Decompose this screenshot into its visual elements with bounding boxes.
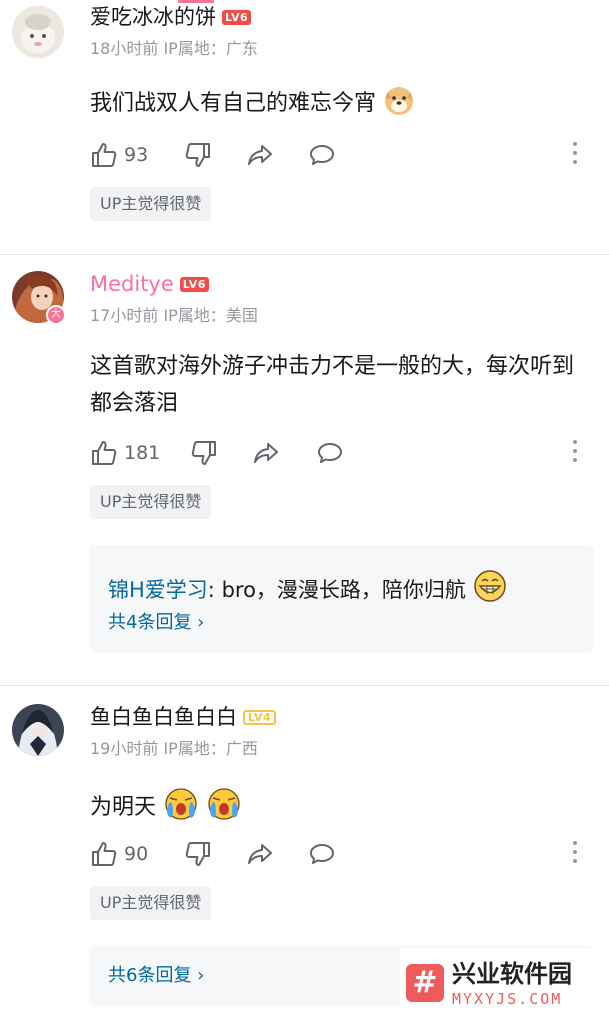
comment-content: 这首歌对海外游子冲击力不是一般的大，每次听到都会落泪 [90,354,575,416]
more-options-icon[interactable] [572,440,578,466]
view-replies-link[interactable]: 共6条回复 › [108,964,204,988]
reply-button[interactable] [316,438,344,468]
dislike-button[interactable] [190,438,218,468]
comment-meta: 18小时前 IP属地：广东 [90,39,258,58]
comment-text: 我们战双人有自己的难忘今宵 [90,91,377,116]
like-button[interactable]: 90 [90,839,148,869]
comment-meta: 19小时前 IP属地：广西 [90,739,258,758]
comment-actions: 93 [90,140,600,170]
thumbs-up-icon [92,441,117,465]
share-button[interactable] [246,839,274,869]
thumbs-down-icon [185,143,210,167]
more-options-icon[interactable] [572,142,578,168]
avatar-image [12,704,64,756]
avatar-badge: 大 [46,305,66,325]
thumbs-up-icon [92,143,117,167]
like-button[interactable]: 181 [90,438,160,468]
level-badge: LV6 [222,10,252,25]
doge-emoji-icon [383,84,415,128]
comment-content: 为明天 [90,786,590,832]
avatar[interactable] [12,704,64,756]
username-text[interactable]: Meditye [90,272,174,296]
like-count: 90 [124,843,149,865]
up-liked-tag: UP主觉得很赞 [90,187,212,221]
watermark-title: 兴业软件园 [452,960,572,988]
share-icon [248,145,272,165]
reply-preview[interactable]: 锦H爱学习: bro，漫漫长路，陪你归航 [108,569,507,611]
share-button[interactable] [252,438,280,468]
comment-item: 爱吃冰冰的饼 LV6 18小时前 IP属地：广东 我们战双人有自己的难忘今宵 93 [0,0,609,255]
avatar-badge-text: 大 [51,309,61,320]
reply-preview-box[interactable]: 锦H爱学习: bro，漫漫长路，陪你归航 共4条回复 › [90,545,594,653]
username[interactable]: 爱吃冰冰的饼 LV6 [90,4,252,30]
share-icon [254,443,278,463]
level-badge: LV4 [243,710,277,725]
username[interactable]: 鱼白鱼白鱼白白 LV4 [90,704,277,730]
dislike-button[interactable] [184,839,212,869]
comment-bubble-icon [310,844,334,864]
thumbs-down-icon [191,441,216,465]
like-button[interactable]: 93 [90,140,148,170]
avatar-image [12,6,64,58]
comment-content: 我们战双人有自己的难忘今宵 [90,84,590,128]
share-icon [248,844,272,864]
username[interactable]: Meditye LV6 [90,271,209,297]
reply-username[interactable]: 锦H爱学习 [108,578,208,602]
more-options-icon[interactable] [572,841,578,867]
site-watermark: # 兴业软件园 MYXYJS.COM [400,948,600,1018]
dislike-button[interactable] [184,140,212,170]
comment-bubble-icon [310,145,334,165]
up-liked-tag: UP主觉得很赞 [90,485,212,519]
thumbs-up-icon [92,842,117,866]
reply-button[interactable] [308,140,336,170]
comment-actions: 90 [90,839,600,869]
grin-emoji-icon [473,569,507,611]
reply-separator: : [207,578,222,602]
comment-meta: 17小时前 IP属地：美国 [90,306,258,325]
reply-text: bro，漫漫长路，陪你归航 [221,578,466,602]
comment-bubble-icon [318,443,342,463]
like-count: 181 [124,442,161,464]
crying-emoji-icon [206,786,242,832]
like-count: 93 [124,144,149,166]
comment-actions: 181 [90,438,600,468]
watermark-logo-icon: # [406,964,444,1002]
comment-item: 大 Meditye LV6 17小时前 IP属地：美国 这首歌对海外游子冲击力不是… [0,255,609,685]
up-liked-tag: UP主觉得很赞 [90,886,212,920]
comment-text: 为明天 [90,795,157,820]
reply-button[interactable] [308,839,336,869]
watermark-subtitle: MYXYJS.COM [452,990,563,1008]
thumbs-down-icon [185,842,210,866]
crying-emoji-icon [163,786,199,832]
username-text[interactable]: 爱吃冰冰的饼 [90,5,216,29]
view-replies-link[interactable]: 共4条回复 › [108,611,204,635]
avatar[interactable] [12,6,64,58]
username-text[interactable]: 鱼白鱼白鱼白白 [90,705,237,729]
level-badge: LV6 [179,277,209,292]
share-button[interactable] [246,140,274,170]
